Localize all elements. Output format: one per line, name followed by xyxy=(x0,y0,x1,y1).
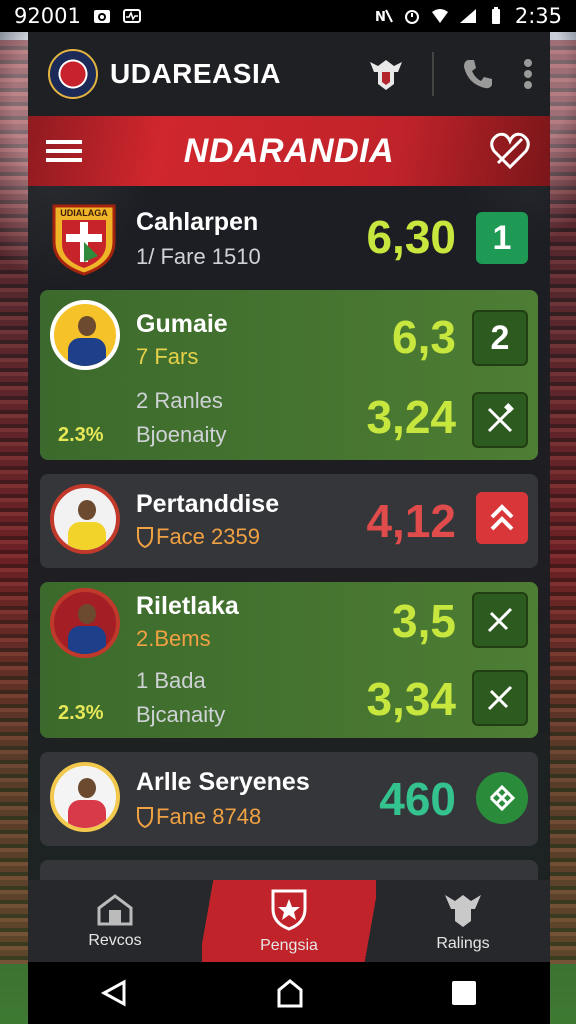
row-detail: 2 Ranles xyxy=(136,388,223,413)
shield-star-icon xyxy=(271,889,307,931)
odds-value-secondary[interactable]: 3,24 xyxy=(366,390,456,444)
row-detail-secondary: Bjcanaity xyxy=(136,702,226,727)
list-item[interactable]: Riletlaka 2.Bems 1 Bada Bjcanaity 2.3% 3… xyxy=(40,582,538,738)
system-navigation-bar xyxy=(28,962,550,1024)
rank-badge: 1 xyxy=(476,212,528,264)
list-item[interactable]: Gumaie 7 Fars 2 Ranles Bjoenaity 2.3% 6,… xyxy=(40,290,538,460)
rank-badge: 2 xyxy=(472,310,528,366)
battery-icon xyxy=(491,7,500,24)
crossed-tools-icon[interactable] xyxy=(472,392,528,448)
stadium-background-right xyxy=(548,40,576,964)
crossed-tools-icon[interactable] xyxy=(472,592,528,648)
banner-title: NDARANDIA xyxy=(183,131,395,170)
player-avatar xyxy=(50,588,120,658)
app-header: UDAREASIA xyxy=(28,32,550,116)
close-circle-icon[interactable] xyxy=(476,772,528,824)
percentage: 2.3% xyxy=(58,702,104,724)
nav-label: Revcos xyxy=(88,932,142,949)
status-left-text: 92001 xyxy=(14,4,81,28)
signal-icon xyxy=(459,9,476,23)
bottom-navigation: Revcos Pengsia Ralings xyxy=(28,880,550,962)
list-item[interactable]: Pertanddise Face 2359 4,12 xyxy=(40,474,538,568)
pulse-icon xyxy=(122,9,141,23)
odds-value[interactable]: 4,12 xyxy=(366,494,456,548)
shield-outline-icon xyxy=(137,527,153,548)
shield-outline-icon xyxy=(137,807,153,828)
svg-text:N: N xyxy=(375,10,386,25)
player-avatar xyxy=(50,300,120,370)
app-window: UDAREASIA NDARANDIA UDIALAGA Cahlarpen 1… xyxy=(28,32,550,962)
row-name: Pertanddise xyxy=(136,490,280,518)
alarm-icon xyxy=(404,10,419,24)
odds-value[interactable]: 6,30 xyxy=(366,210,456,264)
club-badge-logo xyxy=(48,49,98,99)
camera-icon xyxy=(93,10,110,23)
heart-crossed-icon[interactable] xyxy=(488,129,532,173)
row-subtitle: 2.Bems xyxy=(136,626,211,651)
row-subtitle: Face 2359 xyxy=(156,524,260,549)
odds-value-secondary[interactable]: 3,34 xyxy=(366,672,456,726)
row-subtitle: 7 Fars xyxy=(136,344,199,369)
wifi-icon xyxy=(431,9,448,23)
home-icon[interactable] xyxy=(275,978,305,1008)
back-icon[interactable] xyxy=(100,978,130,1008)
list-item[interactable]: Arlle Seryenes Fane 8748 460 xyxy=(40,752,538,846)
status-bar: 92001 N 2:35 xyxy=(0,0,576,32)
app-title: UDAREASIA xyxy=(110,58,281,89)
odds-value[interactable]: 3,5 xyxy=(392,594,456,648)
nav-label: Pengsia xyxy=(260,937,318,954)
row-name: Gumaie xyxy=(136,310,228,338)
crossed-tools-icon[interactable] xyxy=(472,670,528,726)
row-subtitle: 1/ Fare 1510 xyxy=(136,244,261,269)
row-subtitle: Fane 8748 xyxy=(156,804,262,829)
odds-list: UDIALAGA Cahlarpen 1/ Fare 1510 6,30 1 G… xyxy=(28,186,550,906)
phone-icon[interactable] xyxy=(460,56,496,92)
stadium-background-left xyxy=(0,40,28,964)
nav-item-ralings[interactable]: Ralings xyxy=(376,880,550,962)
odds-value[interactable]: 460 xyxy=(379,772,456,826)
percentage: 2.3% xyxy=(58,424,104,446)
section-banner: NDARANDIA xyxy=(28,116,550,186)
row-name: Riletlaka xyxy=(136,592,239,620)
row-detail-secondary: Bjoenaity xyxy=(136,422,227,447)
status-time: 2:35 xyxy=(514,4,562,28)
nav-item-pengsia[interactable]: Pengsia xyxy=(202,880,376,962)
player-avatar xyxy=(50,484,120,554)
hamburger-menu-icon[interactable] xyxy=(46,137,82,165)
eagle-crest-icon[interactable] xyxy=(366,56,406,92)
player-avatar xyxy=(50,762,120,832)
header-divider xyxy=(432,52,434,96)
eagle-icon xyxy=(445,895,481,927)
row-name: Cahlarpen xyxy=(136,208,259,236)
stadium-icon xyxy=(97,894,133,926)
more-menu-icon[interactable] xyxy=(522,56,534,92)
crest-text: UDIALAGA xyxy=(60,208,108,218)
row-name: Arlle Seryenes xyxy=(136,768,310,796)
odds-value[interactable]: 6,3 xyxy=(392,310,456,364)
row-detail: 1 Bada xyxy=(136,668,206,693)
recents-icon[interactable] xyxy=(450,979,478,1007)
nav-item-revcos[interactable]: Revcos xyxy=(28,880,202,962)
chevrons-up-icon[interactable] xyxy=(476,492,528,544)
nfc-icon: N xyxy=(375,9,393,25)
list-item[interactable]: UDIALAGA Cahlarpen 1/ Fare 1510 6,30 1 xyxy=(40,190,538,280)
nav-label: Ralings xyxy=(436,935,490,952)
